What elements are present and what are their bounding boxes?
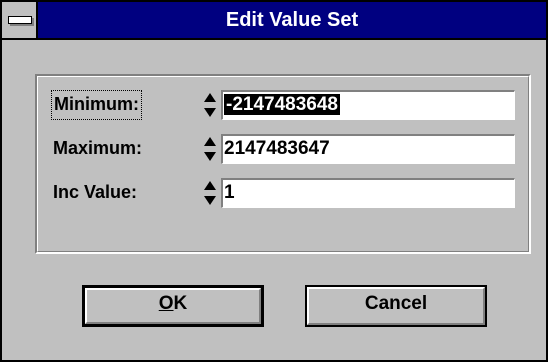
spin-up-icon[interactable]: [204, 93, 216, 102]
inc-value-row: Inc Value: 1: [37, 174, 529, 210]
ok-button[interactable]: OK: [82, 285, 264, 327]
spin-up-icon[interactable]: [204, 181, 216, 190]
cancel-label: Cancel: [364, 293, 428, 314]
minimum-input[interactable]: -2147483648: [221, 90, 515, 120]
system-menu-button[interactable]: [2, 2, 38, 38]
inc-value-label: Inc Value:: [53, 182, 138, 202]
ok-label-rest: K: [173, 293, 188, 314]
dialog-title: Edit Value Set: [225, 9, 359, 31]
inc-value-value: 1: [224, 182, 235, 203]
inc-value-input[interactable]: 1: [221, 178, 515, 208]
spin-up-icon[interactable]: [204, 137, 216, 146]
inc-value-spinner[interactable]: [203, 180, 217, 206]
ok-mnemonic: O: [158, 293, 174, 314]
maximum-spinner[interactable]: [203, 136, 217, 162]
spin-down-icon[interactable]: [204, 196, 216, 205]
minimum-spinner[interactable]: [203, 92, 217, 118]
maximum-value: 2147483647: [224, 138, 330, 159]
minimum-row: Minimum: -2147483648: [37, 86, 529, 122]
title-bar[interactable]: Edit Value Set: [2, 2, 546, 40]
edit-value-set-dialog: Edit Value Set Minimum: -2147483648 Maxi…: [0, 0, 548, 362]
spin-down-icon[interactable]: [204, 152, 216, 161]
minimum-label: Minimum:: [51, 90, 142, 120]
maximum-row: Maximum: 2147483647: [37, 130, 529, 166]
maximum-input[interactable]: 2147483647: [221, 134, 515, 164]
value-group-box: Minimum: -2147483648 Maximum: 2147483647…: [35, 74, 531, 254]
spin-down-icon[interactable]: [204, 108, 216, 117]
maximum-label: Maximum:: [53, 138, 143, 158]
cancel-button[interactable]: Cancel: [305, 285, 487, 327]
system-menu-icon: [8, 16, 32, 24]
minimum-value: -2147483648: [224, 94, 340, 115]
